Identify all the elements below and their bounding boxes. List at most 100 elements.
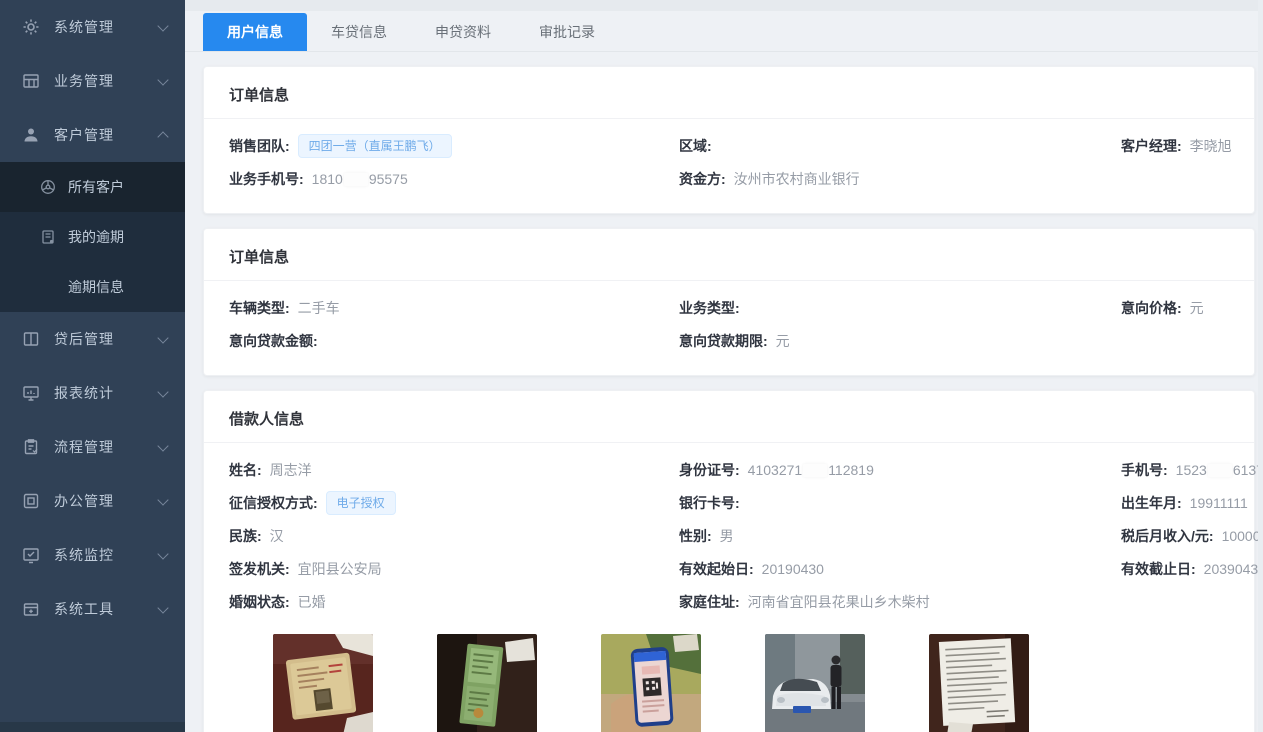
field-business-type: 业务类型: xyxy=(679,298,1121,318)
id-card-photo[interactable] xyxy=(273,634,373,732)
chevron-down-icon xyxy=(157,548,168,559)
order-info-card-1: 订单信息 销售团队: 四团一营（直属王鹏飞） 区域: 客户经理: 李晓旭 xyxy=(203,66,1255,214)
chevron-down-icon xyxy=(157,20,168,31)
sidebar-item-business-management[interactable]: 业务管理 xyxy=(0,54,185,108)
credit-auth-tag: 电子授权 xyxy=(326,491,396,515)
document-photos-row: 本人照 xyxy=(229,618,1229,732)
sidebar-item-label: 我的逾期 xyxy=(68,227,124,247)
field-birth-date: 出生年月: 19911111 xyxy=(1121,493,1248,513)
field-region: 区域: xyxy=(679,136,1121,156)
sidebar-item-customer-management[interactable]: 客户管理 xyxy=(0,108,185,162)
sidebar-item-postloan-management[interactable]: 贷后管理 xyxy=(0,312,185,366)
sidebar-item-my-overdue[interactable]: 我的逾期 xyxy=(0,212,185,262)
field-account-manager: 客户经理: 李晓旭 xyxy=(1121,136,1232,156)
field-valid-to: 有效截止日: 20390430 xyxy=(1121,559,1263,579)
sidebar-item-label: 所有客户 xyxy=(68,177,124,197)
tab-loan-application-docs[interactable]: 申贷资料 xyxy=(411,13,515,51)
detail-tabbar: 用户信息 车贷信息 申贷资料 审批记录 xyxy=(185,11,1263,52)
sidebar-item-overdue-info[interactable]: 逾期信息 xyxy=(0,262,185,312)
sidebar-item-label: 系统管理 xyxy=(54,17,159,37)
app-window: 系统管理 业务管理 客户管理 所有客户 xyxy=(0,0,1263,732)
photo-item: 其他材料 xyxy=(929,634,1029,732)
notebook-icon xyxy=(40,229,56,245)
redaction-box xyxy=(344,173,368,186)
photo-item: 驾驶证照片 xyxy=(437,634,537,732)
field-issuing-authority: 签发机关: 宜阳县公安局 xyxy=(229,559,679,579)
field-funder: 资金方: 汝州市农村商业银行 xyxy=(679,169,1121,189)
tab-car-loan-info[interactable]: 车贷信息 xyxy=(307,13,411,51)
gear-icon xyxy=(22,18,40,36)
chevron-up-icon xyxy=(157,131,168,142)
field-home-address: 家庭住址: 河南省宜阳县花果山乡木柴村 xyxy=(679,592,1121,612)
field-vehicle-type: 车辆类型: 二手车 xyxy=(229,298,679,318)
monitor-icon xyxy=(22,384,40,402)
borrower-info-card: 借款人信息 姓名: 周志洋 身份证号: 4103271112819 手机号: 1… xyxy=(203,390,1255,732)
sidebar-item-system-management[interactable]: 系统管理 xyxy=(0,0,185,54)
field-valid-from: 有效起始日: 20190430 xyxy=(679,559,1121,579)
field-bank-card: 银行卡号: xyxy=(679,493,1121,513)
field-name: 姓名: 周志洋 xyxy=(229,460,679,480)
sidebar-item-all-customers[interactable]: 所有客户 xyxy=(0,162,185,212)
field-credit-auth-method: 征信授权方式: 电子授权 xyxy=(229,491,679,515)
sidebar-item-label: 流程管理 xyxy=(54,437,159,457)
redaction-box xyxy=(803,464,827,477)
sales-team-tag[interactable]: 四团一营（直属王鹏飞） xyxy=(298,134,452,158)
scrollbar-track[interactable] xyxy=(1258,0,1263,732)
redaction-box xyxy=(1208,464,1232,477)
sidebar-item-system-tools[interactable]: 系统工具 xyxy=(0,582,185,636)
sidebar-item-label: 办公管理 xyxy=(54,491,159,511)
field-business-phone: 业务手机号: 181095575 xyxy=(229,169,679,189)
tab-user-info[interactable]: 用户信息 xyxy=(203,13,307,51)
photo-item: 人车合影 xyxy=(765,634,865,732)
grid-icon xyxy=(22,72,40,90)
field-monthly-income: 税后月收入/元: 10000 xyxy=(1121,526,1261,546)
field-ethnicity: 民族: 汉 xyxy=(229,526,679,546)
sidebar-item-label: 客户管理 xyxy=(54,125,159,145)
user-icon xyxy=(22,126,40,144)
sidebar-item-report-statistics[interactable]: 报表统计 xyxy=(0,366,185,420)
green-booklet-photo[interactable] xyxy=(437,634,537,732)
sidebar-item-label: 报表统计 xyxy=(54,383,159,403)
card-title: 借款人信息 xyxy=(204,391,1254,443)
phone-qr-photo[interactable] xyxy=(601,634,701,732)
chevron-down-icon xyxy=(157,386,168,397)
sidebar-item-system-monitoring[interactable]: 系统监控 xyxy=(0,528,185,582)
sidebar-item-label: 业务管理 xyxy=(54,71,159,91)
wheel-icon xyxy=(40,179,56,195)
field-mobile: 手机号: 15236137 xyxy=(1121,460,1263,480)
field-gender: 性别: 男 xyxy=(679,526,1121,546)
sidebar-item-process-management[interactable]: 流程管理 xyxy=(0,420,185,474)
card-title: 订单信息 xyxy=(204,229,1254,281)
chevron-down-icon xyxy=(157,74,168,85)
square-icon xyxy=(22,492,40,510)
card-title: 订单信息 xyxy=(204,67,1254,119)
field-sales-team: 销售团队: 四团一营（直属王鹏飞） xyxy=(229,134,679,158)
sidebar-item-label: 系统工具 xyxy=(54,599,159,619)
box-plus-icon xyxy=(22,600,40,618)
field-intent-loan-term: 意向贷款期限: 元 xyxy=(679,331,1121,351)
person-with-car-photo[interactable] xyxy=(765,634,865,732)
sidebar: 系统管理 业务管理 客户管理 所有客户 xyxy=(0,0,185,732)
field-id-number: 身份证号: 4103271112819 xyxy=(679,460,1121,480)
book-icon xyxy=(22,330,40,348)
chevron-down-icon xyxy=(157,332,168,343)
sidebar-item-office-management[interactable]: 办公管理 xyxy=(0,474,185,528)
sidebar-item-label: 逾期信息 xyxy=(68,277,124,297)
sidebar-footer-bar xyxy=(0,722,185,732)
customer-management-submenu: 所有客户 我的逾期 逾期信息 xyxy=(0,162,185,312)
chevron-down-icon xyxy=(157,602,168,613)
sidebar-item-label: 贷后管理 xyxy=(54,329,159,349)
handwritten-document-photo[interactable] xyxy=(929,634,1029,732)
monitor-check-icon xyxy=(22,546,40,564)
field-marital-status: 婚姻状态: 已婚 xyxy=(229,592,679,612)
chevron-down-icon xyxy=(157,494,168,505)
photo-item: 本人照 xyxy=(273,634,373,732)
top-strip xyxy=(185,0,1263,11)
sidebar-item-label: 系统监控 xyxy=(54,545,159,565)
order-info-card-2: 订单信息 车辆类型: 二手车 业务类型: 意向价格: 元 xyxy=(203,228,1255,376)
tab-approval-records[interactable]: 审批记录 xyxy=(515,13,619,51)
main-content: 用户信息 车贷信息 申贷资料 审批记录 订单信息 销售团队: 四团一营（直属王鹏… xyxy=(185,0,1263,732)
photo-item: 授权书照片 xyxy=(601,634,701,732)
chevron-down-icon xyxy=(157,440,168,451)
clipboard-icon xyxy=(22,438,40,456)
